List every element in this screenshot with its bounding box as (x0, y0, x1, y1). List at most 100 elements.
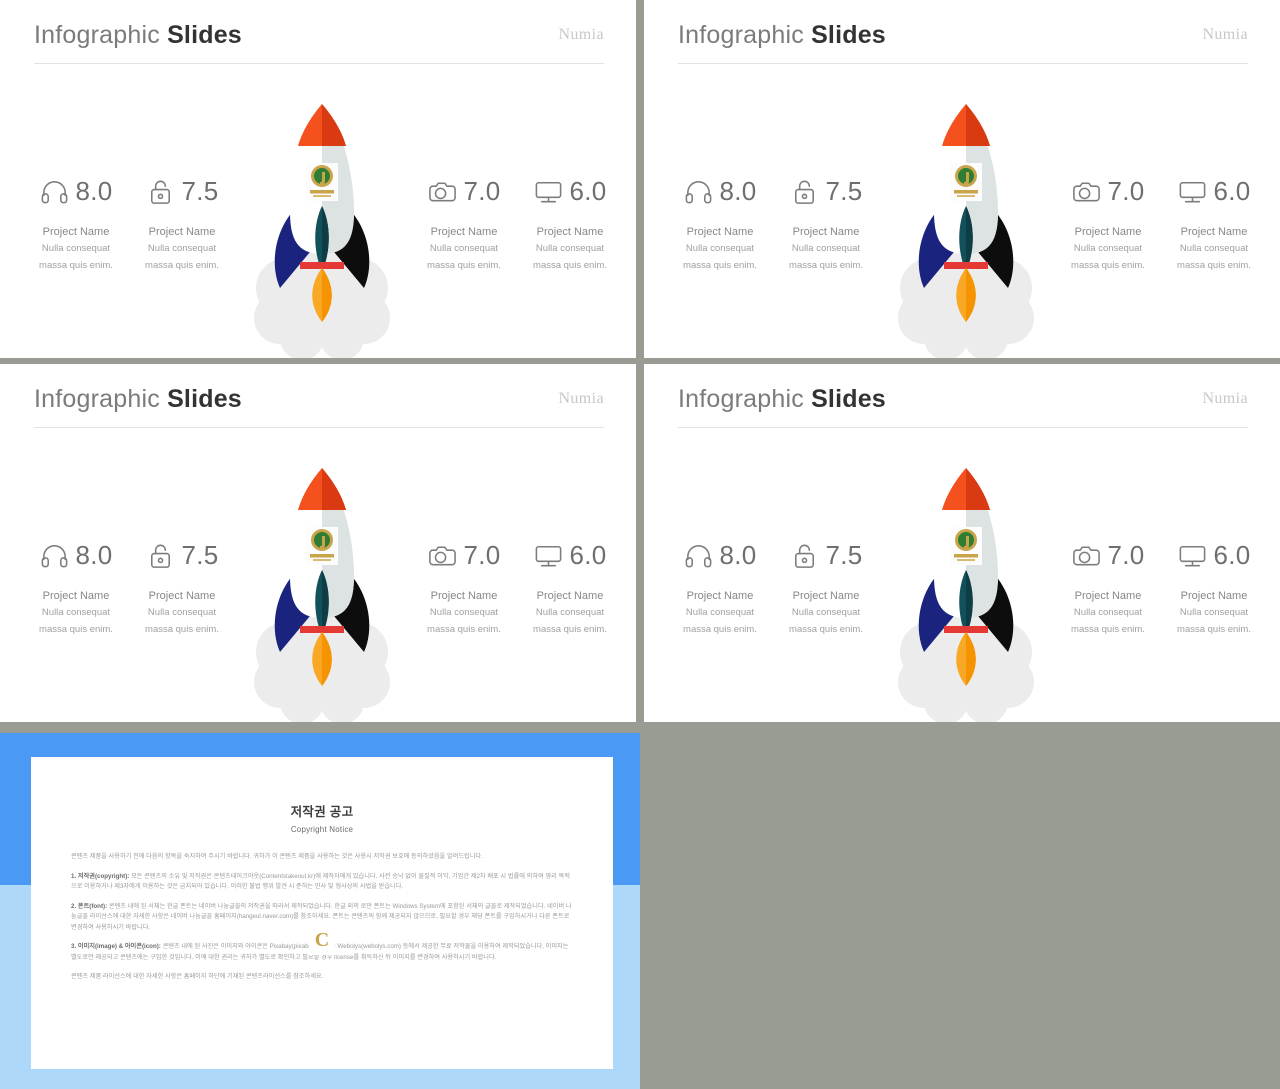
stat-desc-line2: massa quis enim. (683, 624, 757, 635)
stat-value: 6.0 (569, 175, 607, 206)
padlock-icon (789, 176, 820, 207)
headphones-icon (39, 540, 70, 571)
rocket-nose (942, 104, 990, 146)
stat-value: 7.0 (463, 539, 501, 570)
rocket-badge (306, 163, 338, 201)
stat-desc-line2: massa quis enim. (1177, 624, 1251, 635)
stat-desc-line2: massa quis enim. (1177, 260, 1251, 271)
brand-label: Numia (558, 390, 604, 407)
stat-row: 7.0 (1048, 536, 1168, 574)
stat-block-2[interactable]: 7.5 Project Name Nulla consequat massa q… (122, 172, 242, 273)
stat-name: Project Name (686, 226, 754, 238)
stat-name: Project Name (792, 590, 860, 602)
stat-name: Project Name (430, 590, 498, 602)
stat-block-3[interactable]: 7.0 Project Name Nulla consequat massa q… (404, 536, 524, 637)
copyright-panel[interactable]: 저작권 공고 Copyright Notice 콘텐츠 제품을 사용하기 전에 … (0, 733, 640, 1089)
stat-block-1[interactable]: 8.0 Project Name Nulla consequat massa q… (660, 536, 780, 637)
brand-label: Numia (1202, 390, 1248, 407)
stat-block-1[interactable]: 8.0 Project Name Nulla consequat massa q… (660, 172, 780, 273)
stat-row: 7.0 (404, 172, 524, 210)
slide-panel-1[interactable]: Infographic Slides Numia 8.0 Project Nam… (0, 0, 636, 358)
stat-row: 8.0 (16, 536, 136, 574)
stat-desc-line1: Nulla consequat (41, 607, 111, 618)
rocket-nose (942, 468, 990, 510)
camera-icon (427, 176, 458, 207)
stat-block-2[interactable]: 7.5 Project Name Nulla consequat massa q… (766, 172, 886, 273)
stat-desc-line1: Nulla consequat (1179, 243, 1249, 254)
stat-row: 6.0 (510, 536, 630, 574)
stat-value: 8.0 (75, 539, 113, 570)
page-title: Infographic Slides (34, 384, 242, 414)
slide-content: Infographic Slides Numia 8.0 Project Nam… (0, 364, 636, 722)
rocket-badge (950, 527, 982, 565)
stat-desc-line2: massa quis enim. (789, 260, 863, 271)
stat-block-2[interactable]: 7.5 Project Name Nulla consequat massa q… (122, 536, 242, 637)
stat-desc-line2: massa quis enim. (789, 624, 863, 635)
stat-desc-line2: massa quis enim. (427, 624, 501, 635)
stat-value: 6.0 (569, 539, 607, 570)
copyright-paragraph-1: 1. 저작권(copyright): 모든 콘텐츠의 소유 및 저작권은 콘텐츠… (71, 872, 573, 893)
stat-desc-line2: massa quis enim. (1071, 624, 1145, 635)
stat-value: 6.0 (1213, 539, 1251, 570)
monitor-icon (1177, 540, 1208, 571)
stat-block-4[interactable]: 6.0 Project Name Nulla consequat massa q… (1154, 536, 1274, 637)
stat-name: Project Name (1180, 226, 1248, 238)
title-bold: Slides (167, 21, 242, 49)
stat-block-3[interactable]: 7.0 Project Name Nulla consequat massa q… (1048, 536, 1168, 637)
stat-block-4[interactable]: 6.0 Project Name Nulla consequat massa q… (1154, 172, 1274, 273)
stat-value: 7.0 (463, 175, 501, 206)
stat-row: 7.0 (1048, 172, 1168, 210)
stat-block-1[interactable]: 8.0 Project Name Nulla consequat massa q… (16, 536, 136, 637)
stat-value: 6.0 (1213, 175, 1251, 206)
copyright-document: 저작권 공고 Copyright Notice 콘텐츠 제품을 사용하기 전에 … (31, 757, 613, 1069)
stat-name: Project Name (686, 590, 754, 602)
camera-icon (427, 540, 458, 571)
slide-content: Infographic Slides Numia 8.0 Project Nam… (644, 364, 1280, 722)
stat-desc-line2: massa quis enim. (39, 624, 113, 635)
page-title: Infographic Slides (34, 20, 242, 50)
stat-desc-line2: massa quis enim. (683, 260, 757, 271)
title-bold: Slides (811, 385, 886, 413)
camera-icon (1071, 540, 1102, 571)
headphones-icon (683, 176, 714, 207)
stat-row: 7.5 (122, 172, 242, 210)
stat-desc-line2: massa quis enim. (533, 624, 607, 635)
stat-block-1[interactable]: 8.0 Project Name Nulla consequat massa q… (16, 172, 136, 273)
stat-desc-line1: Nulla consequat (535, 243, 605, 254)
monitor-icon (1177, 176, 1208, 207)
stat-row: 6.0 (1154, 536, 1274, 574)
camera-icon (1071, 176, 1102, 207)
stat-desc-line1: Nulla consequat (1073, 243, 1143, 254)
slide-panel-3[interactable]: Infographic Slides Numia 8.0 Project Nam… (0, 364, 636, 722)
stat-desc-line2: massa quis enim. (1071, 260, 1145, 271)
stat-block-3[interactable]: 7.0 Project Name Nulla consequat massa q… (1048, 172, 1168, 273)
stat-value: 7.5 (825, 539, 863, 570)
stat-value: 7.5 (181, 175, 219, 206)
slide-panel-4[interactable]: Infographic Slides Numia 8.0 Project Nam… (644, 364, 1280, 722)
stat-name: Project Name (148, 226, 216, 238)
title-light: Infographic (678, 21, 804, 49)
rocket-stripe (944, 626, 988, 633)
copyright-title: 저작권 공고 (290, 805, 354, 819)
padlock-icon (145, 176, 176, 207)
rocket-badge (306, 527, 338, 565)
stat-name: Project Name (1180, 590, 1248, 602)
stat-row: 7.0 (404, 536, 524, 574)
stat-value: 8.0 (719, 175, 757, 206)
stat-desc-line2: massa quis enim. (533, 260, 607, 271)
stat-row: 8.0 (660, 536, 780, 574)
stat-desc-line2: massa quis enim. (145, 624, 219, 635)
slide-panel-2[interactable]: Infographic Slides Numia 8.0 Project Nam… (644, 0, 1280, 358)
stat-block-2[interactable]: 7.5 Project Name Nulla consequat massa q… (766, 536, 886, 637)
slide-header: Infographic Slides Numia (34, 20, 604, 64)
title-bold: Slides (167, 385, 242, 413)
stat-name: Project Name (42, 226, 110, 238)
brand-label: Numia (1202, 26, 1248, 43)
copyright-body: 콘텐츠 제품을 사용하기 전에 다음의 항목을 숙지하여 주시기 바랍니다. 귀… (71, 852, 573, 983)
stat-block-3[interactable]: 7.0 Project Name Nulla consequat massa q… (404, 172, 524, 273)
page-title: Infographic Slides (678, 384, 886, 414)
stat-row: 7.5 (766, 536, 886, 574)
stat-block-4[interactable]: 6.0 Project Name Nulla consequat massa q… (510, 172, 630, 273)
stat-block-4[interactable]: 6.0 Project Name Nulla consequat massa q… (510, 536, 630, 637)
copyright-paragraph-1-label: 1. 저작권(copyright): (71, 872, 130, 880)
